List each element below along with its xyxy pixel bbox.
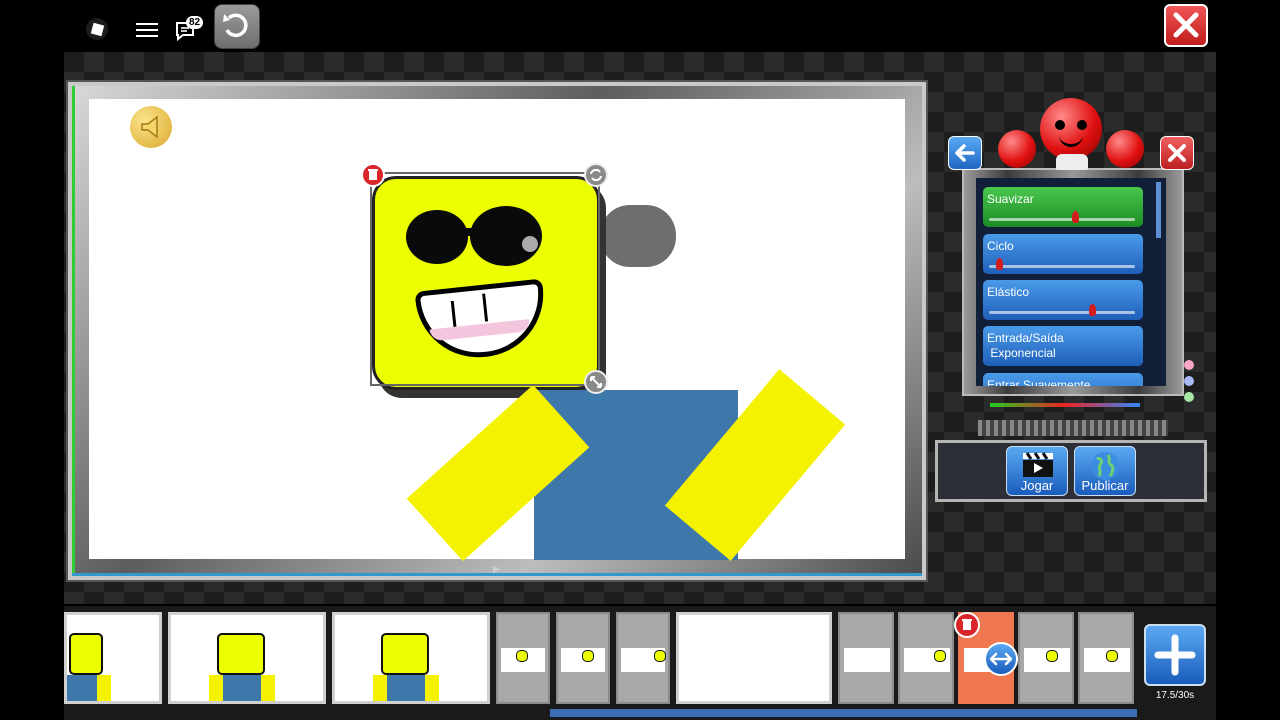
rotate-icon — [590, 168, 602, 182]
delete-object-button[interactable] — [361, 163, 385, 187]
frame-character-arm — [373, 675, 387, 701]
timeline-frame[interactable] — [1018, 612, 1074, 704]
trash-icon — [962, 619, 972, 630]
status-light — [1184, 392, 1194, 402]
frame-character-head — [654, 650, 666, 662]
easing-item-ciclo[interactable]: Ciclo — [983, 234, 1143, 274]
close-x-icon — [1173, 12, 1199, 38]
roblox-logo-icon[interactable] — [86, 18, 108, 40]
mascot-face-icon — [1040, 98, 1102, 160]
glasses-shadow — [600, 205, 676, 267]
action-bar — [935, 440, 1207, 502]
frame-character-head — [381, 633, 429, 675]
mascot-smile — [1059, 134, 1083, 147]
easing-list-scrollbar[interactable] — [1156, 182, 1161, 238]
timeline-frame[interactable] — [496, 612, 550, 704]
timeline-frame[interactable] — [556, 612, 610, 704]
easing-slider-track[interactable] — [989, 218, 1135, 221]
double-arrow-icon — [989, 652, 1013, 666]
delete-frame-button[interactable] — [954, 612, 980, 638]
timeline-duration: 17.5/30s — [1155, 690, 1195, 701]
mascot-eye — [1055, 120, 1065, 130]
frame-character-head — [582, 650, 594, 662]
speaker-icon[interactable] — [130, 106, 172, 148]
timeline-frame[interactable] — [64, 612, 162, 704]
undo-icon — [223, 13, 248, 38]
easing-item-label: Entrada/Saída Exponencial — [987, 331, 1064, 360]
rotate-object-button[interactable] — [584, 163, 608, 187]
add-frame-button[interactable] — [1144, 624, 1206, 686]
easing-slider-knob[interactable] — [1072, 211, 1080, 223]
easing-item-label: Elástico — [987, 285, 1030, 299]
status-light — [1184, 360, 1194, 370]
frame-character-head — [69, 633, 103, 675]
hamburger-menu-icon[interactable] — [136, 20, 158, 38]
play-button[interactable]: Jogar — [1006, 446, 1068, 496]
playhead-marker-icon: ▶ — [493, 564, 501, 575]
easing-item-suavizar[interactable]: Suavizar — [983, 187, 1143, 227]
frame-character-head — [217, 633, 265, 675]
timeline-scroll-progress[interactable] — [550, 709, 1137, 717]
red-ball-decoration — [998, 130, 1036, 168]
timeline-frame[interactable] — [616, 612, 670, 704]
mascot-eye — [1077, 120, 1087, 130]
frame-character-arm — [209, 675, 223, 701]
easing-slider-knob[interactable] — [1089, 304, 1097, 316]
timeline-frame-blank[interactable] — [676, 612, 832, 704]
easing-item-elastico[interactable]: Elástico — [983, 280, 1143, 320]
chat-badge: 82 — [186, 16, 204, 29]
timeline-frame[interactable] — [168, 612, 326, 704]
timeline-frame[interactable] — [838, 612, 894, 704]
frame-character-arm — [97, 675, 111, 701]
publish-button-label: Publicar — [1081, 478, 1129, 493]
trash-icon — [368, 169, 378, 180]
plus-icon — [1154, 634, 1196, 676]
panel-light-strip — [990, 403, 1140, 407]
resize-object-button[interactable] — [584, 370, 608, 394]
frame-character-body — [387, 675, 425, 701]
timeline-frame[interactable] — [332, 612, 490, 704]
easing-slider-track[interactable] — [989, 265, 1135, 268]
selection-outline — [370, 172, 600, 386]
easing-item-label: Entrar Suavemente — [987, 378, 1091, 386]
timeline-frame[interactable] — [898, 612, 954, 704]
easing-item-exponencial[interactable]: Entrada/Saída Exponencial — [983, 326, 1143, 366]
frame-character-head — [1106, 650, 1118, 662]
easing-item-label: Suavizar — [987, 192, 1034, 206]
back-button[interactable] — [948, 136, 982, 170]
close-button[interactable] — [1164, 4, 1208, 47]
panel-base-grille — [978, 420, 1168, 436]
timeline-frame[interactable] — [1078, 612, 1134, 704]
frame-character-body — [223, 675, 261, 701]
frame-character-body — [67, 675, 97, 701]
play-button-label: Jogar — [1020, 478, 1054, 493]
speaker-glyph — [141, 115, 158, 139]
easing-item-entrar-suavemente[interactable]: Entrar Suavemente — [983, 373, 1143, 386]
frame-character-head — [934, 650, 946, 662]
red-ball-decoration — [1106, 130, 1144, 168]
frame-character-head — [1046, 650, 1058, 662]
move-frame-button[interactable] — [984, 642, 1018, 676]
easing-slider-knob[interactable] — [995, 258, 1003, 270]
easing-item-label: Ciclo — [987, 239, 1014, 253]
close-x-icon — [1168, 144, 1186, 162]
arrow-left-icon — [955, 144, 975, 162]
status-light — [1184, 376, 1194, 386]
easing-list[interactable]: Suavizar Ciclo Elástico Entrada/Saída Ex… — [976, 178, 1166, 386]
frame-character-arm — [425, 675, 439, 701]
resize-icon — [590, 376, 602, 388]
mascot-stand — [1056, 154, 1088, 170]
frame-character-arm — [261, 675, 275, 701]
panel-close-button[interactable] — [1160, 136, 1194, 170]
undo-button[interactable] — [214, 4, 260, 49]
clapperboard-icon — [1023, 452, 1053, 477]
frame-character-head — [516, 650, 528, 662]
frame-scene — [844, 648, 890, 672]
publish-button[interactable]: Publicar — [1074, 446, 1136, 496]
easing-slider-track[interactable] — [989, 311, 1135, 314]
